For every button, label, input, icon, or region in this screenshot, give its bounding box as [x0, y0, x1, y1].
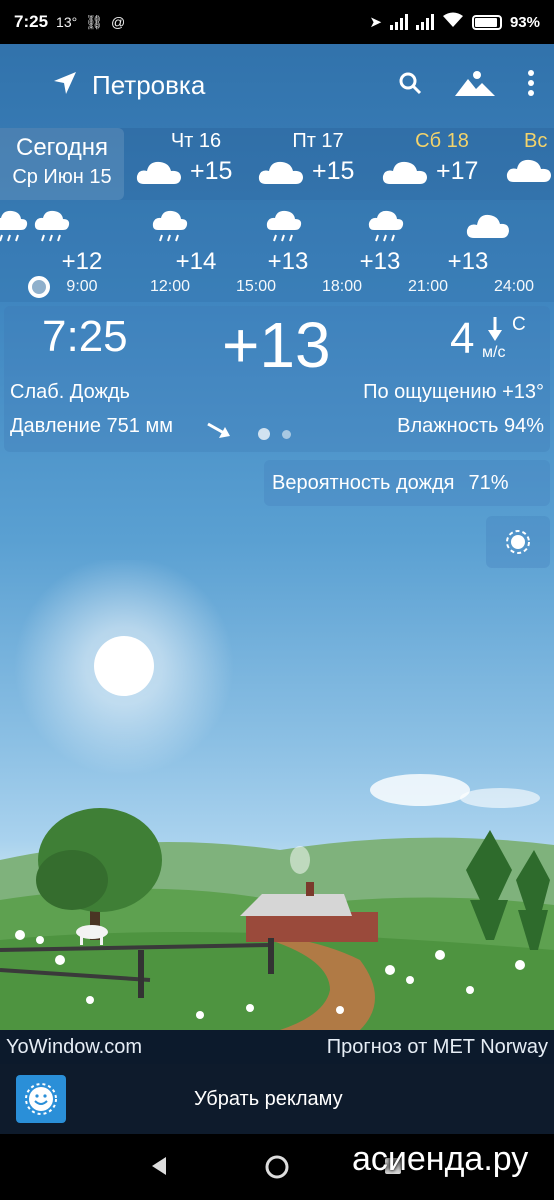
status-bar: 7:25 13° ⛓ @ ➤ 93% — [0, 0, 554, 44]
hour-time: 18:00 — [321, 278, 363, 295]
navigation-arrow-icon[interactable] — [52, 70, 78, 101]
current-time: 7:25 — [42, 312, 128, 361]
rain-probability-value: 71% — [468, 471, 509, 494]
location-arrow-icon: ➤ — [369, 14, 382, 31]
wind-speed: 4 — [450, 314, 475, 363]
day-name: Сб 18 — [415, 130, 469, 152]
hour-time: 24:00 — [493, 278, 535, 295]
credits-bar: YoWindow.com Прогноз от MET Norway — [0, 1030, 554, 1064]
page-dot — [282, 429, 291, 439]
hour-temp: +14 — [175, 248, 217, 275]
search-icon[interactable] — [398, 71, 422, 100]
app-bar: Петровка — [0, 44, 554, 126]
signal-icon — [389, 14, 408, 30]
signal-icon-2 — [415, 14, 434, 30]
hour-temp: +13 — [447, 248, 489, 275]
remove-ads-label: Убрать рекламу — [194, 1087, 343, 1110]
wind-unit: м/с — [482, 344, 506, 361]
battery-icon — [471, 14, 502, 30]
day-thu[interactable]: Чт 16 +15 — [136, 130, 256, 200]
hour-time: 21:00 — [407, 278, 449, 295]
today-date: Ср Июн 15 — [12, 166, 112, 188]
more-menu-icon[interactable] — [528, 69, 534, 101]
day-name: Чт 16 — [170, 130, 222, 152]
pressure: Давление 751 мм — [10, 415, 173, 437]
day-fri[interactable]: Пт 17 +15 — [258, 130, 378, 200]
wind-direction-icon — [488, 317, 502, 341]
rain-probability-box[interactable]: Вероятность дождя 71% — [264, 460, 550, 506]
landscape-illustration — [0, 560, 554, 1030]
sun-gear-icon — [506, 530, 530, 554]
cloud-icon — [258, 161, 303, 184]
day-temp: +15 — [312, 157, 355, 185]
rain-cloud-icon — [368, 210, 404, 242]
hour-temp: +12 — [61, 248, 103, 275]
day-temp: +15 — [190, 157, 233, 185]
cloud-icon — [382, 161, 427, 184]
at-icon: @ — [110, 14, 126, 30]
yowindow-link[interactable]: YoWindow.com — [6, 1036, 142, 1059]
cloud-icon — [506, 159, 551, 182]
battery-percent: 93% — [509, 13, 540, 31]
forecast-source[interactable]: Прогноз от MET Norway — [327, 1036, 548, 1059]
feels-like: По ощущению +13° — [363, 381, 544, 403]
rain-cloud-icon — [0, 210, 28, 242]
location-title[interactable]: Петровка — [92, 70, 205, 101]
rain-cloud-icon — [266, 210, 302, 242]
day-name: Вс — [524, 130, 548, 152]
day-temp: +17 — [436, 157, 479, 185]
landscape-icon[interactable] — [454, 69, 496, 102]
wind-direction: С — [512, 314, 526, 335]
current-temperature: +13 — [222, 309, 331, 381]
today-tab[interactable]: Сегодня Ср Июн 15 — [0, 128, 124, 200]
yowindow-sun-icon — [16, 1075, 66, 1123]
day-name: Пт 17 — [292, 130, 344, 152]
today-label: Сегодня — [16, 134, 108, 161]
hour-time: 12:00 — [149, 278, 191, 295]
cloud-icon — [466, 214, 509, 238]
hour-time: 9:00 — [66, 278, 98, 295]
rain-probability-label: Вероятность дождя — [272, 471, 455, 494]
hour-temp: +13 — [267, 248, 309, 275]
back-icon[interactable] — [150, 1156, 168, 1176]
hour-time: 15:00 — [235, 278, 277, 295]
link-icon: ⛓ — [85, 13, 103, 30]
page-dot-active — [258, 428, 270, 440]
watermark: асиенда.ру — [352, 1140, 529, 1178]
page-indicator — [258, 428, 291, 440]
rain-cloud-icon — [34, 210, 70, 242]
day-sat[interactable]: Сб 18 +17 — [382, 130, 502, 200]
condition-text: Слаб. Дождь — [10, 381, 130, 403]
wifi-icon — [442, 12, 464, 32]
humidity: Влажность 94% — [397, 415, 544, 437]
day-sun[interactable]: Вс — [506, 130, 554, 200]
status-temperature: 13° — [56, 14, 78, 30]
rain-cloud-icon — [152, 210, 188, 242]
hour-temp: +13 — [359, 248, 401, 275]
status-time: 7:25 — [14, 12, 49, 31]
pressure-trend-arrow-icon — [207, 422, 230, 438]
home-icon[interactable] — [264, 1154, 290, 1180]
remove-ads-bar[interactable]: Убрать рекламу — [0, 1064, 554, 1134]
cloud-icon — [136, 161, 181, 184]
